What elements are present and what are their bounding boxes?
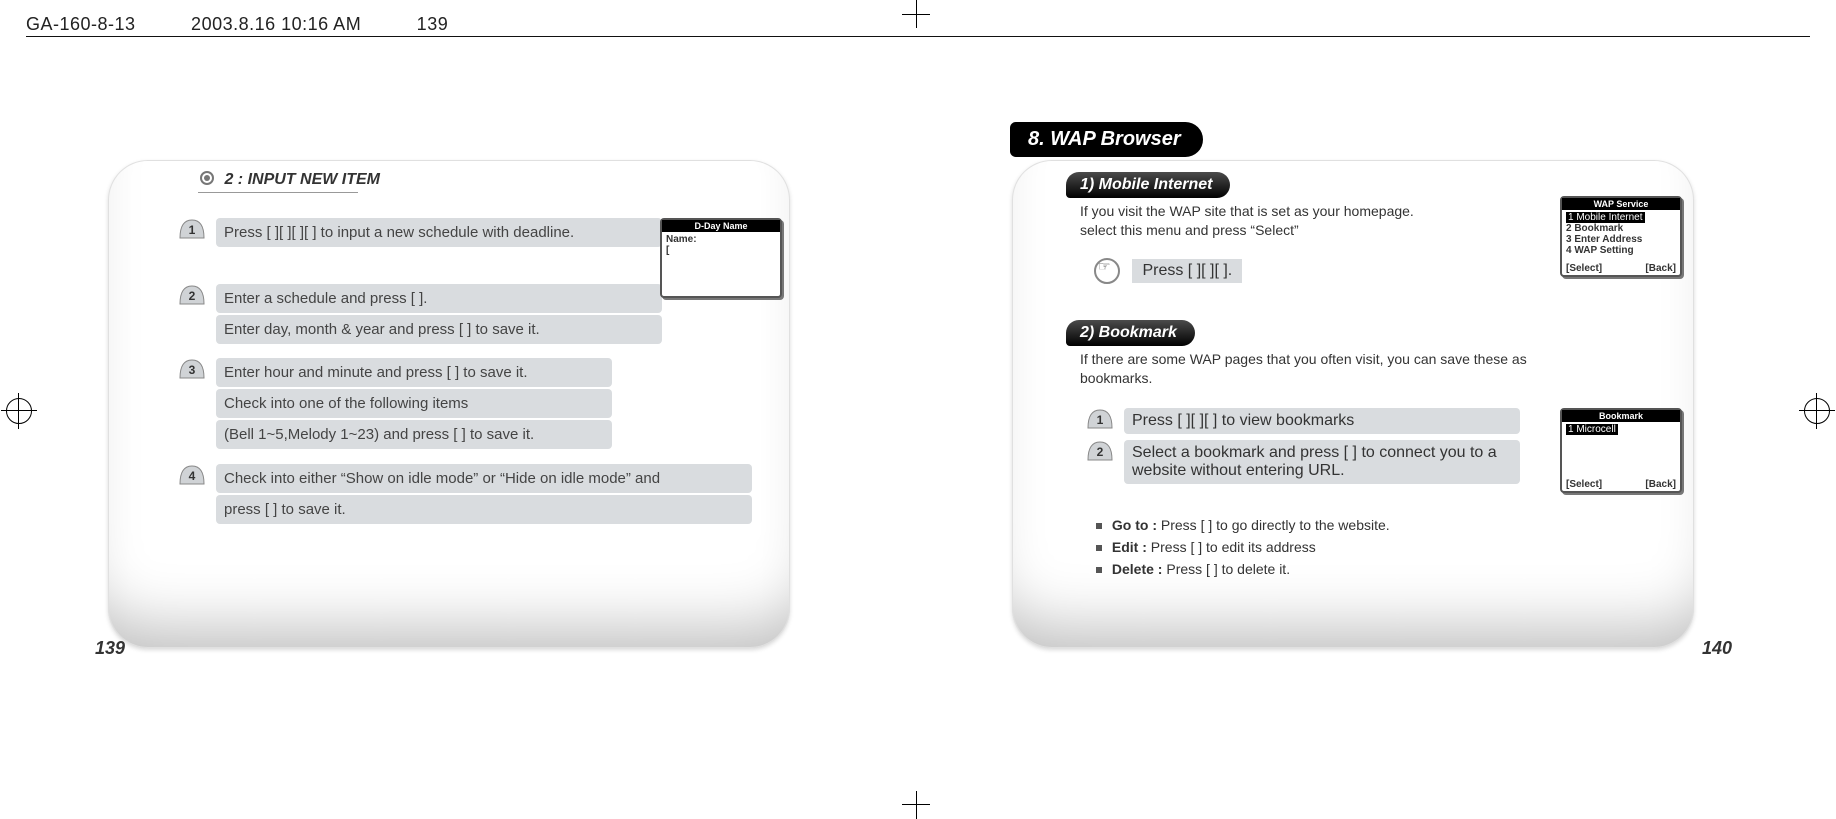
step-text: Check into one of the following items [224, 395, 468, 412]
step-badge-1: 1 [1086, 408, 1114, 430]
lcd-item: 1 Microcell [1566, 424, 1618, 435]
step-text: Press [ ][ ][ ][ ] to input a new schedu… [224, 224, 574, 241]
crop-mark [6, 398, 32, 424]
section-underline [198, 192, 358, 193]
step-badge-1: 1 [178, 218, 206, 240]
sec1-press-row: Press [ ][ ][ ]. [1094, 258, 1242, 284]
bullet-square-icon [1096, 567, 1102, 573]
step-row: 2 Select a bookmark and press [ ] to con… [1086, 440, 1546, 484]
step-text: Enter a schedule and press [ ]. [224, 290, 427, 307]
step-text: press [ ] to save it. [224, 501, 346, 518]
lcd-dday: D-Day Name Name: [ [660, 218, 782, 298]
step-badge-4: 4 [178, 464, 206, 486]
lcd-title: D-Day Name [662, 220, 780, 232]
step-row: 4 Check into either “Show on idle mode” … [178, 464, 738, 524]
page-number-right: 140 [1702, 638, 1732, 659]
bullet-icon [200, 171, 214, 185]
page-number-left: 139 [95, 638, 125, 659]
bullet-square-icon [1096, 545, 1102, 551]
crop-mark [1804, 398, 1830, 424]
crop-mark [902, 14, 930, 15]
step-badge-2: 2 [178, 284, 206, 306]
step-text: Press [ ][ ][ ] to view bookmarks [1132, 412, 1354, 429]
lcd-item: 3 Enter Address [1566, 234, 1676, 245]
svg-text:2: 2 [189, 289, 196, 303]
step-row: 2 Enter a schedule and press [ ]. Enter … [178, 284, 738, 344]
page-spread: { "header": { "print_line": "GA-160-8-13… [0, 0, 1836, 819]
goto-row: Go to : Press [ ] to go directly to the … [1096, 516, 1390, 535]
step-badge-2: 2 [1086, 440, 1114, 462]
lcd-item: 2 Bookmark [1566, 223, 1676, 234]
print-header: GA-160-8-13 2003.8.16 10:16 AM 139 [26, 10, 448, 36]
header-rule [26, 36, 1810, 37]
step-text: Select a bookmark and press [ ] to conne… [1132, 444, 1497, 479]
step-row: 3 Enter hour and minute and press [ ] to… [178, 358, 738, 449]
section2-heading: 2) Bookmark [1066, 320, 1195, 346]
delete-row: Delete : Press [ ] to delete it. [1096, 560, 1290, 579]
lcd-name-label: Name: [666, 234, 776, 245]
svg-text:3: 3 [189, 363, 196, 377]
step-text: Enter hour and minute and press [ ] to s… [224, 364, 528, 381]
edit-row: Edit : Press [ ] to edit its address [1096, 538, 1316, 557]
lcd-bookmark: Bookmark 1 Microcell [Select] [Back] [1560, 408, 1682, 493]
sec1-intro: If you visit the WAP site that is set as… [1080, 202, 1520, 240]
press-text: Press [ ][ ][ ]. [1142, 262, 1232, 279]
lcd-softkey: [Select] [1566, 263, 1602, 274]
bullet-square-icon [1096, 523, 1102, 529]
lcd-softkey: [Back] [1645, 479, 1676, 490]
svg-text:4: 4 [189, 469, 196, 483]
step-row: 1 Press [ ][ ][ ][ ] to input a new sche… [178, 218, 738, 247]
svg-text:2: 2 [1097, 445, 1104, 459]
section-title: 2 : INPUT NEW ITEM [200, 170, 380, 189]
sec2-intro: If there are some WAP pages that you oft… [1080, 350, 1550, 388]
lcd-softkey: [Select] [1566, 479, 1602, 490]
lcd-title: WAP Service [1562, 198, 1680, 210]
lcd-softkey: [Back] [1645, 263, 1676, 274]
step-badge-3: 3 [178, 358, 206, 380]
lcd-cursor: [ [666, 245, 776, 256]
step-text: Enter day, month & year and press [ ] to… [224, 321, 540, 338]
hand-icon [1094, 258, 1120, 284]
lcd-title: Bookmark [1562, 410, 1680, 422]
step-text: Check into either “Show on idle mode” or… [224, 470, 660, 487]
svg-text:1: 1 [1097, 413, 1104, 427]
section1-heading: 1) Mobile Internet [1066, 172, 1230, 198]
crop-mark [902, 804, 930, 805]
lcd-wap-service: WAP Service 1 Mobile Internet 2 Bookmark… [1560, 196, 1682, 277]
lcd-item: 1 Mobile Internet [1566, 212, 1645, 223]
lcd-item: 4 WAP Setting [1566, 245, 1676, 256]
chapter-heading: 8. WAP Browser [1010, 122, 1203, 157]
crop-mark [916, 791, 917, 819]
svg-text:1: 1 [189, 223, 196, 237]
step-row: 1 Press [ ][ ][ ] to view bookmarks [1086, 408, 1546, 434]
step-text: (Bell 1~5,Melody 1~23) and press [ ] to … [224, 426, 534, 443]
